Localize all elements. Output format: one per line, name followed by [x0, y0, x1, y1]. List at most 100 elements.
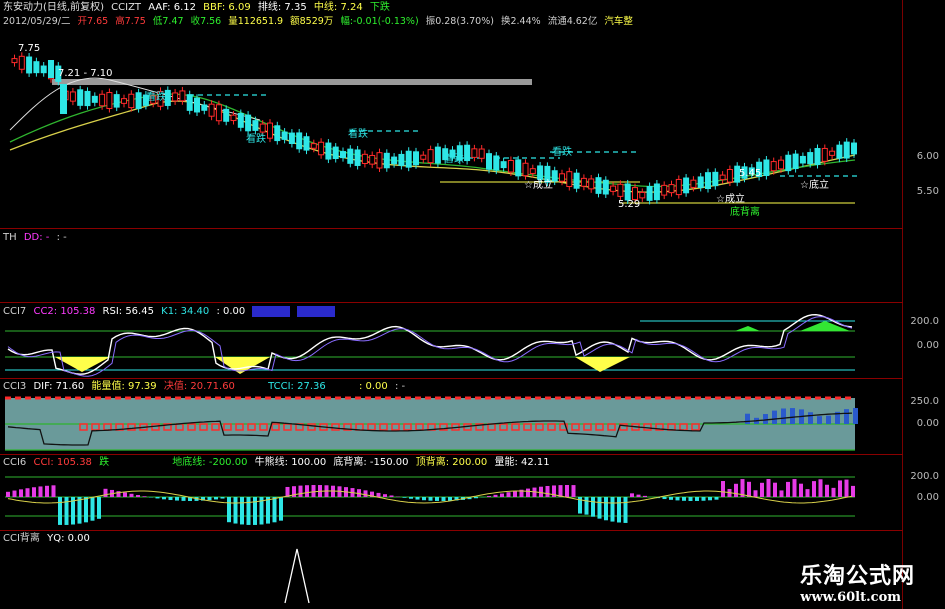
- th-name: TH: [3, 232, 17, 243]
- cci6-bar: [675, 497, 680, 501]
- candle-body: [500, 161, 507, 169]
- cci6-name: CCI6: [3, 457, 27, 468]
- cci6-bar: [753, 490, 758, 497]
- candle-body: [427, 149, 434, 164]
- low-label: 5.29: [618, 199, 641, 210]
- cci6-bar: [409, 497, 413, 499]
- candle-body: [464, 144, 471, 162]
- cci6-bar: [662, 497, 667, 500]
- cci6-bar: [708, 497, 712, 501]
- candle-body: [325, 142, 332, 160]
- cci3-tick-250: 250.0: [910, 396, 939, 407]
- candle-body: [69, 91, 76, 102]
- candle-body: [639, 191, 646, 199]
- cci6-bar: [760, 482, 764, 497]
- cci7-rsi: RSI: 56.45: [102, 306, 154, 317]
- candle-body: [208, 103, 215, 117]
- candle-body: [40, 65, 47, 74]
- cci3-header: CCI3 DIF: 71.60 能量值: 97.39 决值: 20.71.60 …: [3, 381, 409, 393]
- cci6-bar: [97, 497, 101, 519]
- ccibl-header: CCI背离 YQ: 0.00: [3, 533, 94, 545]
- candle-body: [26, 56, 33, 74]
- candle-body: [829, 150, 836, 156]
- cci6-bar: [805, 489, 810, 497]
- candle-body: [632, 187, 638, 201]
- cci6-bar: [604, 497, 608, 521]
- cci6-bar: [838, 480, 842, 497]
- candle-body: [186, 94, 193, 111]
- cci3-nengliang: 能量值: 97.39: [91, 381, 157, 392]
- candle-body: [675, 178, 682, 196]
- cci6-bar: [103, 488, 108, 497]
- cci6-bar: [441, 497, 446, 501]
- cci6-cci: CCI: 105.38: [33, 457, 92, 468]
- candle-body: [18, 55, 25, 70]
- candle-body: [653, 183, 660, 201]
- candle-body: [770, 161, 777, 172]
- cci7-tick-200: 200.0: [910, 316, 939, 327]
- cci6-bar: [25, 488, 30, 497]
- chart-canvas: [5, 52, 860, 604]
- range-label: 7.21 - 7.10: [58, 68, 113, 79]
- cci6-bar: [714, 497, 719, 500]
- cci3-bar: [853, 408, 858, 424]
- cci3-jueduan: 决值: 20.71.60: [163, 381, 235, 392]
- cci6-bar: [266, 497, 270, 524]
- cci6-bar: [747, 481, 751, 497]
- candle-body: [573, 172, 580, 189]
- cci6-bar: [305, 485, 309, 497]
- cci7-zero: : 0.00: [216, 306, 246, 317]
- candle-body: [135, 92, 142, 110]
- cci6-bar: [545, 485, 550, 497]
- cci6-bar: [539, 486, 543, 497]
- candle-body: [288, 132, 295, 145]
- candle-body: [201, 104, 208, 111]
- cci6-bar: [630, 493, 634, 497]
- cci3-name: CCI3: [3, 381, 27, 392]
- annotation-3: 看跌: [552, 147, 572, 158]
- candle-body: [332, 146, 339, 160]
- candle-body: [84, 90, 91, 107]
- cci6-bar: [851, 485, 855, 497]
- cci6-bar: [825, 484, 829, 497]
- watermark-url: www.60lt.com: [800, 590, 901, 605]
- cci6-bar: [565, 485, 569, 497]
- cci6-bar: [383, 494, 387, 497]
- candle-body: [60, 84, 67, 114]
- cci6-bar: [721, 481, 725, 497]
- candle-body: [230, 114, 237, 122]
- candle-body: [580, 177, 587, 187]
- cci6-bar: [623, 497, 628, 523]
- cci7-name: CCI7: [3, 306, 27, 317]
- cci6-bar: [844, 479, 849, 497]
- cci6-bar: [669, 497, 673, 500]
- cci6-tick-0: 0.00: [916, 492, 939, 503]
- cci3-dash: : -: [394, 381, 406, 392]
- candle-body: [493, 155, 500, 171]
- cci6-tick-200: 200.0: [910, 471, 939, 482]
- cci6-bar: [123, 492, 127, 497]
- cci6-bar: [155, 497, 160, 499]
- cci6-bar: [220, 497, 225, 499]
- cci6-bar: [571, 485, 576, 497]
- cci6-bar: [279, 497, 283, 521]
- cci6-bar: [389, 495, 394, 497]
- annotation-1: 看跌: [348, 129, 368, 140]
- candle-body: [274, 125, 281, 142]
- cci6-bar: [32, 487, 36, 497]
- cci6-niupai: 牛熊线: 100.00: [254, 457, 327, 468]
- cci6-bar: [45, 485, 49, 497]
- candle-body: [91, 95, 98, 103]
- candle-body: [318, 141, 325, 156]
- candle-body: [778, 159, 784, 170]
- cci6-bar: [168, 497, 173, 501]
- candle-body: [522, 162, 529, 177]
- cci6-bar: [513, 490, 517, 497]
- cci6-bar: [162, 497, 166, 500]
- cci6-bar: [272, 497, 277, 523]
- annotation-5: ☆成立: [524, 180, 553, 191]
- cci3-bar: [844, 409, 849, 424]
- cci7-tick-0: 0.00: [916, 340, 939, 351]
- candle-body: [799, 155, 806, 164]
- cci6-bar: [136, 495, 140, 497]
